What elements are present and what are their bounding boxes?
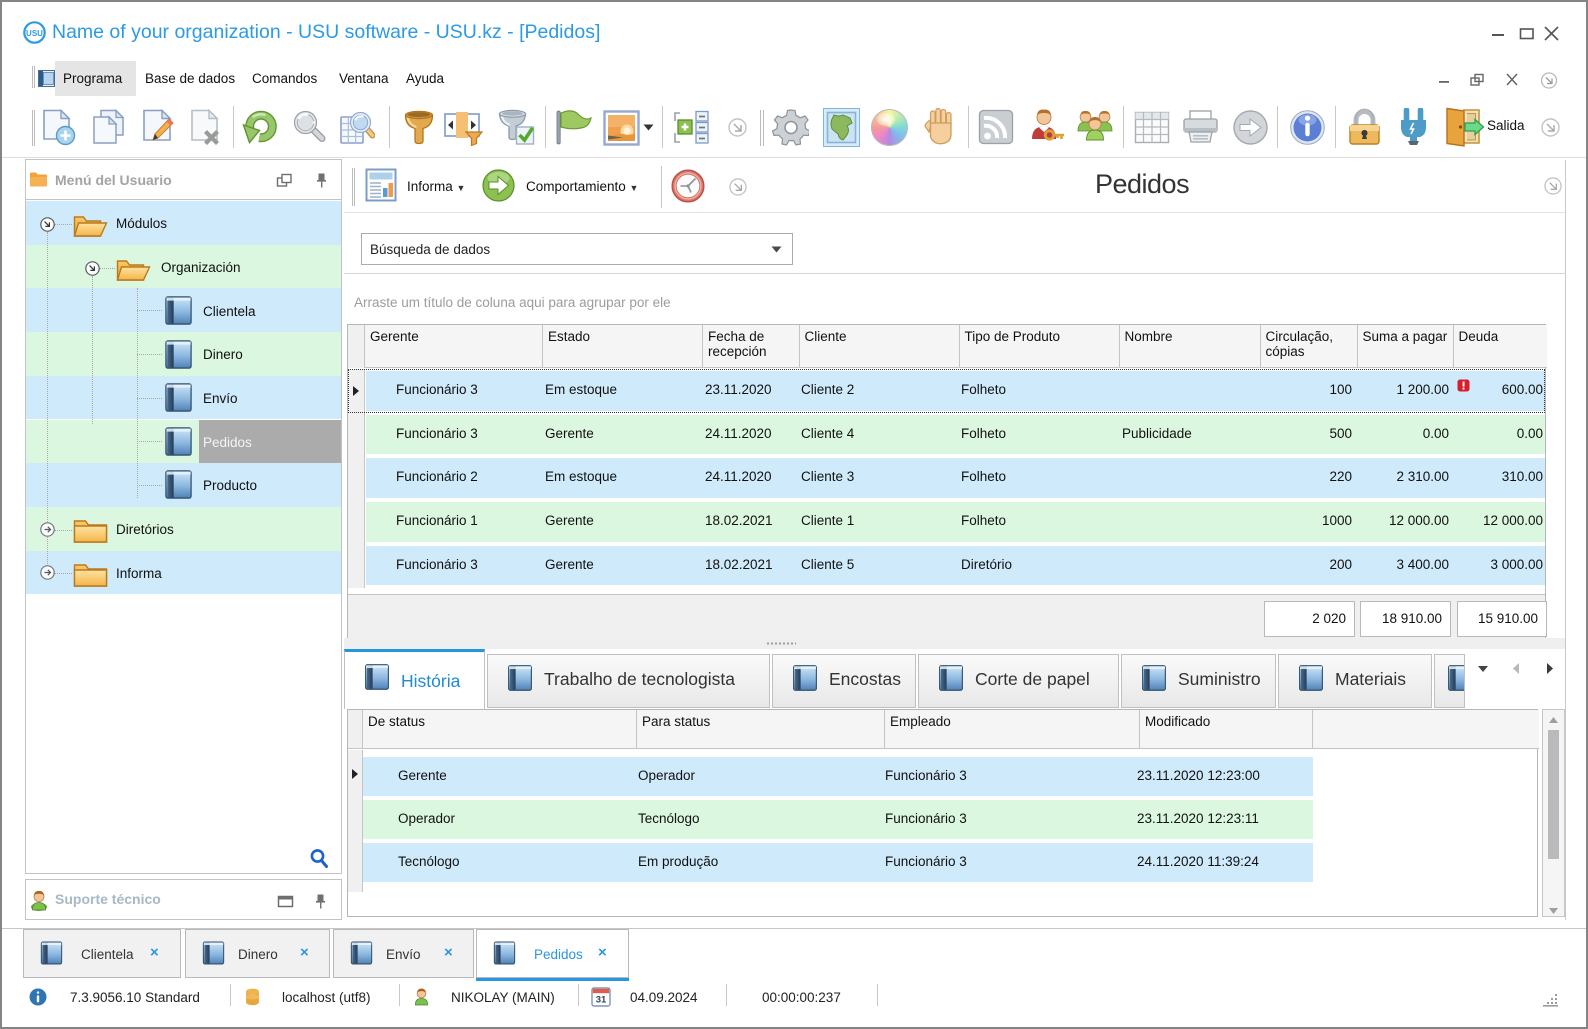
svg-text:31: 31 (596, 995, 607, 1006)
svg-text:USU: USU (26, 29, 43, 38)
